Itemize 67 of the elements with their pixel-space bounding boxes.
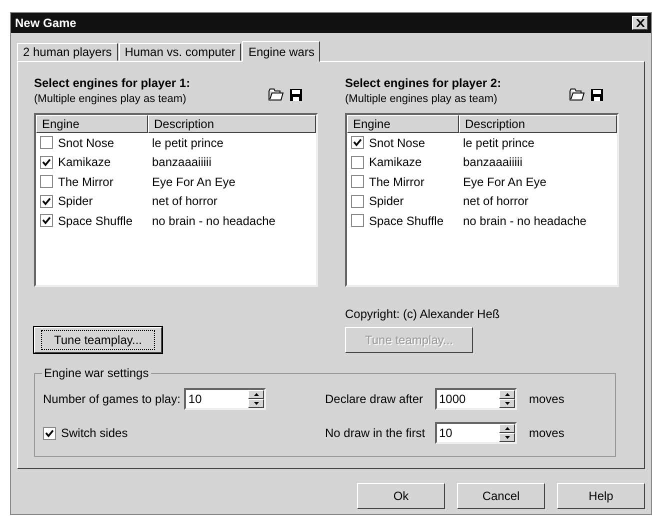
save-icon[interactable] — [290, 89, 302, 101]
checkbox[interactable] — [351, 194, 364, 208]
engine-name: The Mirror — [58, 174, 114, 189]
engine-description: net of horror — [463, 194, 528, 208]
checkbox-label: Switch sides — [61, 426, 128, 440]
close-button[interactable] — [632, 16, 648, 30]
save-icon[interactable] — [591, 89, 603, 101]
engine-description: Eye For An Eye — [152, 174, 236, 189]
engine-name: Spider — [58, 194, 94, 208]
unit-label: moves — [529, 426, 564, 440]
checkbox[interactable] — [40, 175, 53, 188]
spin-field[interactable]: 10 — [435, 422, 517, 444]
checkbox[interactable] — [351, 136, 364, 150]
group-title: Engine war settings — [42, 366, 151, 380]
engine-description: le petit prince — [152, 136, 224, 150]
engine-name: Space Shuffle — [58, 214, 134, 228]
spin-arrows-icon[interactable] — [499, 390, 515, 408]
engine-description: banzaaaiiiii — [463, 155, 522, 170]
section-subtitle: (Multiple engines play as team) — [345, 93, 498, 105]
checkbox[interactable] — [351, 214, 364, 228]
dialog-button[interactable]: Ok — [357, 483, 445, 509]
engine-description: le petit prince — [463, 136, 534, 150]
dialog-button[interactable]: Cancel — [457, 483, 545, 509]
engine-name: Snot Nose — [369, 136, 426, 150]
engine-name: The Mirror — [369, 174, 426, 189]
checkbox[interactable] — [40, 214, 53, 228]
tab[interactable]: Human vs. computer — [118, 43, 242, 61]
field-label: No draw in the first — [325, 426, 426, 440]
section-heading: Select engines for player 2: — [345, 76, 502, 90]
field-label: Number of games to play: — [43, 392, 180, 406]
tab[interactable]: 2 human players — [17, 43, 118, 61]
checkbox[interactable] — [43, 426, 56, 440]
spin-arrows-icon[interactable] — [499, 424, 515, 442]
dialog-button[interactable]: Help — [557, 483, 645, 509]
engine-name: Spider — [369, 194, 405, 208]
engine-description: no brain - no headache — [152, 214, 276, 228]
spin-field[interactable]: 10 — [184, 388, 266, 410]
folder-icon[interactable] — [268, 88, 284, 101]
tab[interactable]: Engine wars — [242, 41, 320, 62]
engine-description: no brain - no headache — [463, 214, 586, 228]
spin-field[interactable]: 1000 — [435, 388, 517, 410]
section-subtitle: (Multiple engines play as team) — [34, 93, 188, 105]
column-header[interactable]: Engine — [36, 115, 148, 133]
folder-icon[interactable] — [569, 88, 585, 101]
checkbox[interactable] — [40, 136, 53, 150]
engine-name: Kamikaze — [369, 155, 423, 170]
checkbox[interactable] — [351, 175, 364, 188]
column-header[interactable]: Description — [459, 115, 617, 133]
engine-name: Kamikaze — [58, 155, 112, 170]
engine-description: banzaaaiiiii — [152, 155, 212, 170]
spin-arrows-icon[interactable] — [248, 390, 264, 408]
engine-description: net of horror — [152, 194, 218, 208]
engine-name: Space Shuffle — [369, 214, 445, 228]
field-label: Declare draw after — [325, 392, 424, 406]
engine-description: Eye For An Eye — [463, 174, 546, 189]
checkbox[interactable] — [351, 156, 364, 169]
section-heading: Select engines for player 1: — [34, 76, 192, 90]
checkbox[interactable] — [40, 194, 53, 208]
checkbox[interactable] — [40, 156, 53, 169]
copyright-text: Copyright: (c) Alexander Heß — [345, 307, 501, 321]
window-title: New Game — [15, 16, 76, 30]
tune-teamplay-button[interactable]: Tune teamplay... — [34, 327, 162, 353]
column-header[interactable]: Engine — [347, 115, 459, 133]
column-header[interactable]: Description — [148, 115, 316, 133]
close-icon — [636, 19, 644, 27]
engine-name: Snot Nose — [58, 136, 116, 150]
unit-label: moves — [529, 392, 564, 406]
